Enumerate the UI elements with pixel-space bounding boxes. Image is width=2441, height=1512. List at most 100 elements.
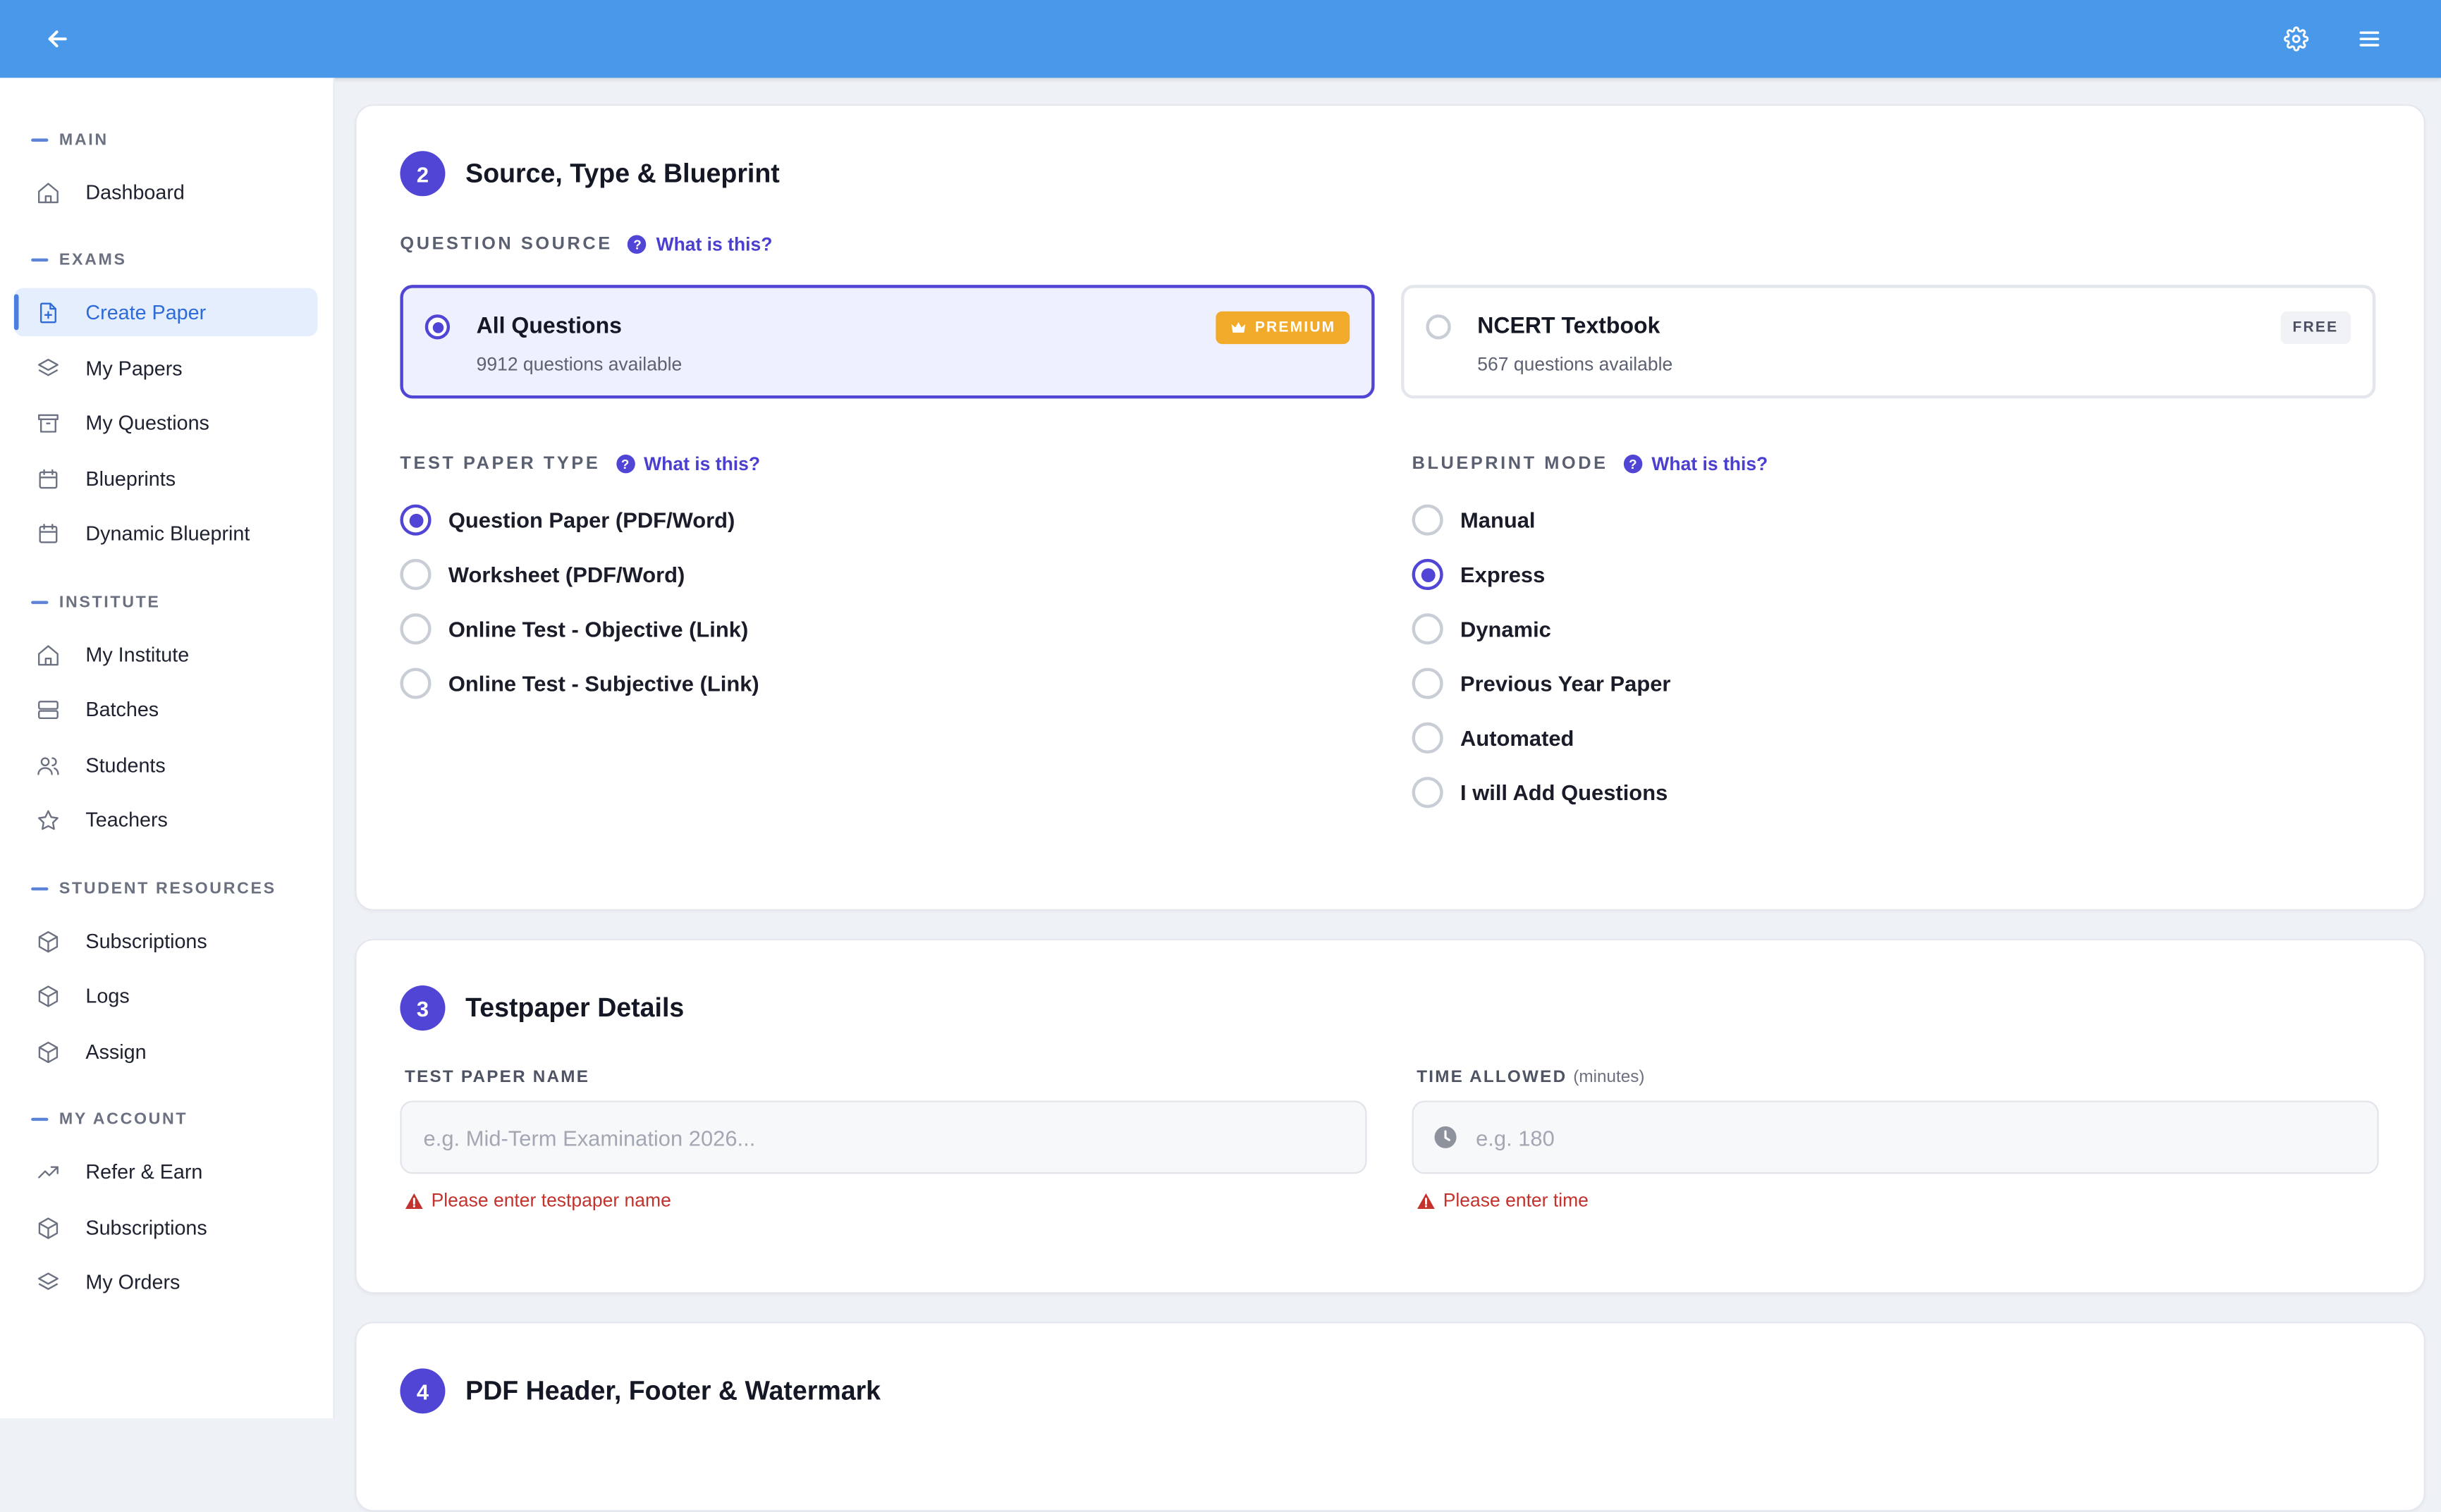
option-label: Question Paper (PDF/Word) (448, 507, 735, 533)
test-type-option[interactable]: Online Test - Objective (Link) (400, 612, 748, 646)
warning-icon (1417, 1192, 1435, 1208)
test-type-option[interactable]: Online Test - Subjective (Link) (400, 666, 759, 701)
section-title: PDF Header, Footer & Watermark (465, 1376, 881, 1406)
sidebar-item-students[interactable]: Students (14, 741, 318, 789)
sidebar-item-label: My Questions (85, 411, 209, 435)
blueprint-mode-option[interactable]: Dynamic (1412, 612, 1551, 646)
step-number: 4 (400, 1368, 446, 1414)
trending-up-icon (36, 1159, 61, 1184)
sidebar-item-refer-earn[interactable]: Refer & Earn (14, 1148, 318, 1196)
sidebar-item-label: Dashboard (85, 180, 185, 204)
sidebar-item-label: Logs (85, 983, 130, 1007)
sidebar-section-institute: INSTITUTE (31, 593, 160, 612)
radio-button[interactable] (400, 668, 432, 699)
sidebar-item-label: Students (85, 753, 166, 777)
sidebar-item-label: Subscriptions (85, 929, 207, 953)
test-paper-type-help-link[interactable]: What is this? (644, 453, 760, 475)
calendar-icon (36, 521, 61, 546)
crown-icon (1231, 321, 1246, 333)
option-label: Previous Year Paper (1460, 670, 1671, 696)
question-source-header: QUESTION SOURCE ? What is this? (400, 233, 772, 255)
archive-icon (36, 410, 61, 435)
file-plus-icon (36, 300, 61, 324)
home-icon (36, 642, 61, 667)
settings-button[interactable] (2275, 17, 2318, 61)
warning-icon (405, 1192, 423, 1208)
blueprint-mode-option[interactable]: Manual (1412, 503, 1536, 537)
section-title: INSTITUTE (59, 593, 161, 612)
source-option-title: NCERT Textbook (1477, 314, 1660, 340)
blueprint-mode-label: BLUEPRINT MODE (1412, 454, 1608, 474)
sidebar-item-logs[interactable]: Logs (14, 971, 318, 1019)
blueprint-mode-help-link[interactable]: What is this? (1651, 453, 1768, 475)
section-title: MY ACCOUNT (59, 1110, 188, 1129)
sidebar-section-student-resources: STUDENT RESOURCES (31, 880, 276, 898)
option-label: Online Test - Subjective (Link) (448, 670, 759, 696)
blueprint-mode-option[interactable]: Previous Year Paper (1412, 666, 1671, 701)
free-badge: FREE (2280, 311, 2351, 345)
sidebar-item-label: Create Paper (85, 300, 207, 324)
radio-button[interactable] (1412, 558, 1443, 591)
question-source-help-link[interactable]: What is this? (656, 233, 773, 255)
radio-button[interactable] (400, 613, 432, 645)
testpaper-details-card: 3 Testpaper Details TEST PAPER NAME Plea… (355, 938, 2425, 1294)
error-message: Please enter testpaper name (431, 1189, 671, 1212)
sidebar-item-my-questions[interactable]: My Questions (14, 398, 318, 446)
sidebar-item-subscriptions[interactable]: Subscriptions (14, 917, 318, 965)
users-icon (36, 753, 61, 777)
sidebar-item-batches[interactable]: Batches (14, 685, 318, 733)
test-paper-type-label: TEST PAPER TYPE (400, 454, 601, 474)
option-label: Express (1460, 562, 1546, 587)
time-allowed-field (1412, 1100, 2379, 1174)
test-paper-name-input[interactable] (400, 1100, 1367, 1174)
option-label: Manual (1460, 507, 1536, 533)
radio-button[interactable] (1426, 314, 1451, 340)
blueprint-mode-option[interactable]: I will Add Questions (1412, 775, 1668, 810)
premium-badge: PREMIUM (1216, 311, 1350, 345)
hamburger-menu-icon (2359, 31, 2380, 47)
home-icon (36, 180, 61, 204)
test-paper-name-label: TEST PAPER NAME (405, 1068, 590, 1087)
menu-button[interactable] (2348, 17, 2392, 61)
source-type-blueprint-card: 2 Source, Type & Blueprint QUESTION SOUR… (355, 104, 2425, 911)
sidebar-item-create-paper[interactable]: Create Paper (13, 288, 318, 337)
sidebar-item-my-institute[interactable]: My Institute (14, 630, 318, 678)
radio-button[interactable] (1412, 668, 1443, 699)
radio-button[interactable] (1412, 722, 1443, 754)
sidebar-item-blueprints[interactable]: Blueprints (14, 455, 318, 503)
blueprint-mode-option[interactable]: Automated (1412, 721, 1574, 756)
source-option-all-questions[interactable]: All Questions 9912 questions available P… (400, 285, 1375, 399)
sidebar-item-my-orders[interactable]: My Orders (14, 1258, 318, 1306)
sidebar: MAIN Dashboard EXAMS Create Paper My Pap… (0, 78, 335, 1418)
package-icon (36, 928, 61, 953)
radio-button[interactable] (424, 314, 451, 340)
radio-button[interactable] (400, 558, 432, 591)
help-icon: ? (616, 454, 635, 474)
sidebar-item-teachers[interactable]: Teachers (14, 796, 318, 844)
option-label: Dynamic (1460, 616, 1551, 641)
time-allowed-input[interactable] (1412, 1100, 2379, 1174)
source-option-ncert-textbook[interactable]: NCERT Textbook 567 questions available F… (1401, 285, 2376, 399)
radio-button[interactable] (400, 504, 432, 536)
step-number: 2 (400, 151, 446, 197)
sidebar-item-assign[interactable]: Assign (14, 1028, 318, 1076)
sidebar-item-dashboard[interactable]: Dashboard (14, 168, 318, 216)
package-icon (36, 983, 61, 1008)
package-icon (36, 1215, 61, 1240)
test-type-option[interactable]: Question Paper (PDF/Word) (400, 503, 735, 537)
sidebar-item-label: Subscriptions (85, 1215, 207, 1240)
test-paper-type-header: TEST PAPER TYPE ? What is this? (400, 453, 760, 475)
sidebar-section-main: MAIN (31, 131, 109, 149)
sidebar-item-my-papers[interactable]: My Papers (14, 344, 318, 392)
back-button[interactable] (36, 17, 80, 61)
blueprint-mode-option[interactable]: Express (1412, 558, 1546, 592)
test-type-option[interactable]: Worksheet (PDF/Word) (400, 558, 685, 592)
premium-badge-label: PREMIUM (1254, 319, 1336, 337)
sidebar-item-dynamic-blueprint[interactable]: Dynamic Blueprint (14, 509, 318, 557)
sidebar-item-account-subscriptions[interactable]: Subscriptions (14, 1203, 318, 1251)
sidebar-section-exams: EXAMS (31, 251, 126, 269)
radio-button[interactable] (1412, 613, 1443, 645)
top-bar (0, 0, 2441, 78)
radio-button[interactable] (1412, 777, 1443, 809)
radio-button[interactable] (1412, 504, 1443, 536)
